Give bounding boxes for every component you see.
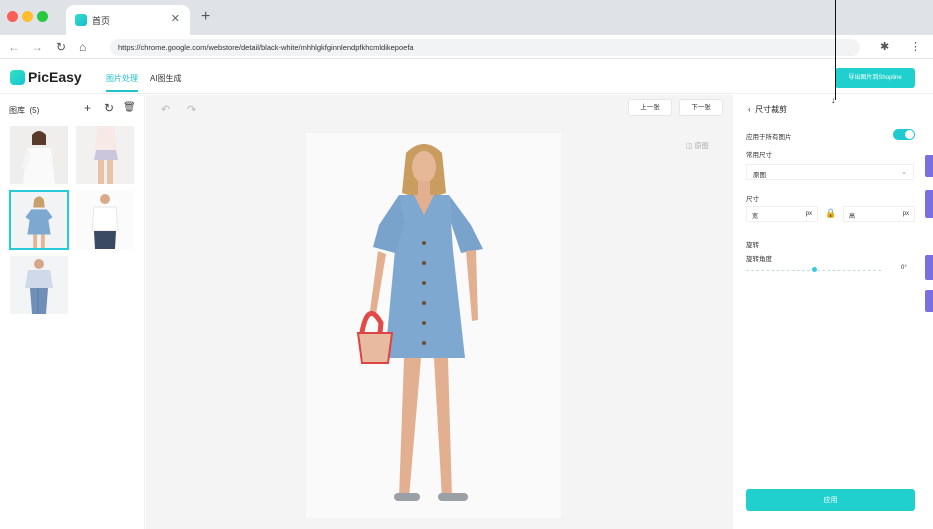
minimize-window-icon[interactable] [22,11,33,22]
maximize-window-icon[interactable] [37,11,48,22]
height-field-label: 高 [849,214,856,220]
rotate-angle-label: 旋转角度 [746,256,772,263]
library-thumbnail[interactable] [76,126,134,184]
panel-header[interactable]: ‹ 尺寸裁剪 [748,104,787,115]
width-unit: px [805,211,812,217]
common-size-select[interactable]: 原图 ⌄ [746,164,914,180]
library-thumbnail[interactable] [76,191,134,249]
compare-original-toggle[interactable]: ◫ 原图 [686,141,709,151]
library-title: 图库 (5) [9,105,39,116]
export-to-shopline-button[interactable]: 导出图片到Shopline [835,68,915,88]
library-thumbnail[interactable] [10,256,68,314]
redo-icon[interactable]: ↷ [187,103,196,116]
address-bar-row: ← → ↻ ⌂ https://chrome.google.com/websto… [0,35,933,59]
main-image [306,133,561,518]
library-thumbnail[interactable] [10,126,68,184]
extensions-icon[interactable]: ✱ [880,40,889,53]
apply-all-toggle[interactable] [893,129,915,140]
panel-title: 尺寸裁剪 [755,105,788,114]
compare-icon: ◫ [686,143,693,150]
compare-label: 原图 [694,143,709,150]
trash-icon[interactable]: 🗑 [123,102,136,113]
side-widget-tab[interactable] [925,155,933,177]
side-widget-tab[interactable] [925,190,933,218]
width-field[interactable]: 宽 px [746,206,818,222]
browser-titlebar: 首页 ✕ + [0,0,933,35]
width-field-label: 宽 [752,214,759,220]
plus-icon[interactable]: + [84,101,91,115]
common-size-label: 常用尺寸 [746,152,772,159]
rotate-slider-handle[interactable] [810,266,818,273]
size-label: 尺寸 [746,196,759,203]
tab-favicon-icon [75,14,87,26]
url-field[interactable]: https://chrome.google.com/webstore/detai… [110,39,860,56]
tab-title: 首页 [92,15,111,26]
undo-icon[interactable]: ↶ [161,103,170,116]
library-thumbnail-selected[interactable] [9,190,69,250]
previous-image-button[interactable]: 上一张 [628,99,672,116]
common-size-value: 原图 [753,172,766,179]
chevron-down-icon: ⌄ [901,169,907,176]
back-chevron-icon: ‹ [748,105,751,114]
home-icon[interactable]: ⌂ [79,40,86,54]
cursor-arrow-icon: ↓ [831,95,836,105]
image-library-sidebar: 图库 (5) + ↻ 🗑 [0,95,145,529]
height-field[interactable]: 高 px [843,206,915,222]
new-tab-icon[interactable]: + [201,8,210,26]
close-tab-icon[interactable]: ✕ [171,12,180,25]
apply-button[interactable]: 应用 [746,489,915,511]
height-unit: px [902,211,909,217]
size-crop-panel: ‹ 尺寸裁剪 应用于所有图片 常用尺寸 原图 ⌄ 尺寸 宽 px 🔒 高 px … [734,95,933,529]
nav-ai-generation[interactable]: AI图生成 [150,73,182,84]
side-widget-tab[interactable] [925,255,933,280]
editor-canvas: ↶ ↷ 上一张 下一张 ◫ 原图 [146,95,733,529]
app-header: PicEasy 图片处理 AI图生成 导出图片到Shopline [0,60,933,94]
close-window-icon[interactable] [7,11,18,22]
lock-aspect-icon[interactable]: 🔒 [825,208,836,219]
apply-all-label: 应用于所有图片 [746,134,792,141]
piceasy-logo-icon [10,70,25,85]
rotate-label: 旋转 [746,242,759,249]
model-in-denim-dress-illustration [306,133,561,518]
rotate-value: 0° [901,265,907,271]
forward-arrow-icon[interactable]: → [31,40,43,54]
nav-image-processing[interactable]: 图片处理 [106,73,138,92]
next-image-button[interactable]: 下一张 [679,99,723,116]
browser-menu-icon[interactable]: ⋮ [910,40,921,53]
library-title-text: 图库 [9,106,25,115]
cursor-line [835,0,836,100]
side-widget-tab[interactable] [925,290,933,312]
library-count: (5) [29,106,40,115]
app-logo: PicEasy [28,69,82,85]
browser-tab[interactable]: 首页 ✕ [66,5,190,35]
back-arrow-icon[interactable]: ← [8,40,20,54]
refresh-icon[interactable]: ↻ [104,101,114,115]
reload-icon[interactable]: ↻ [56,40,66,54]
